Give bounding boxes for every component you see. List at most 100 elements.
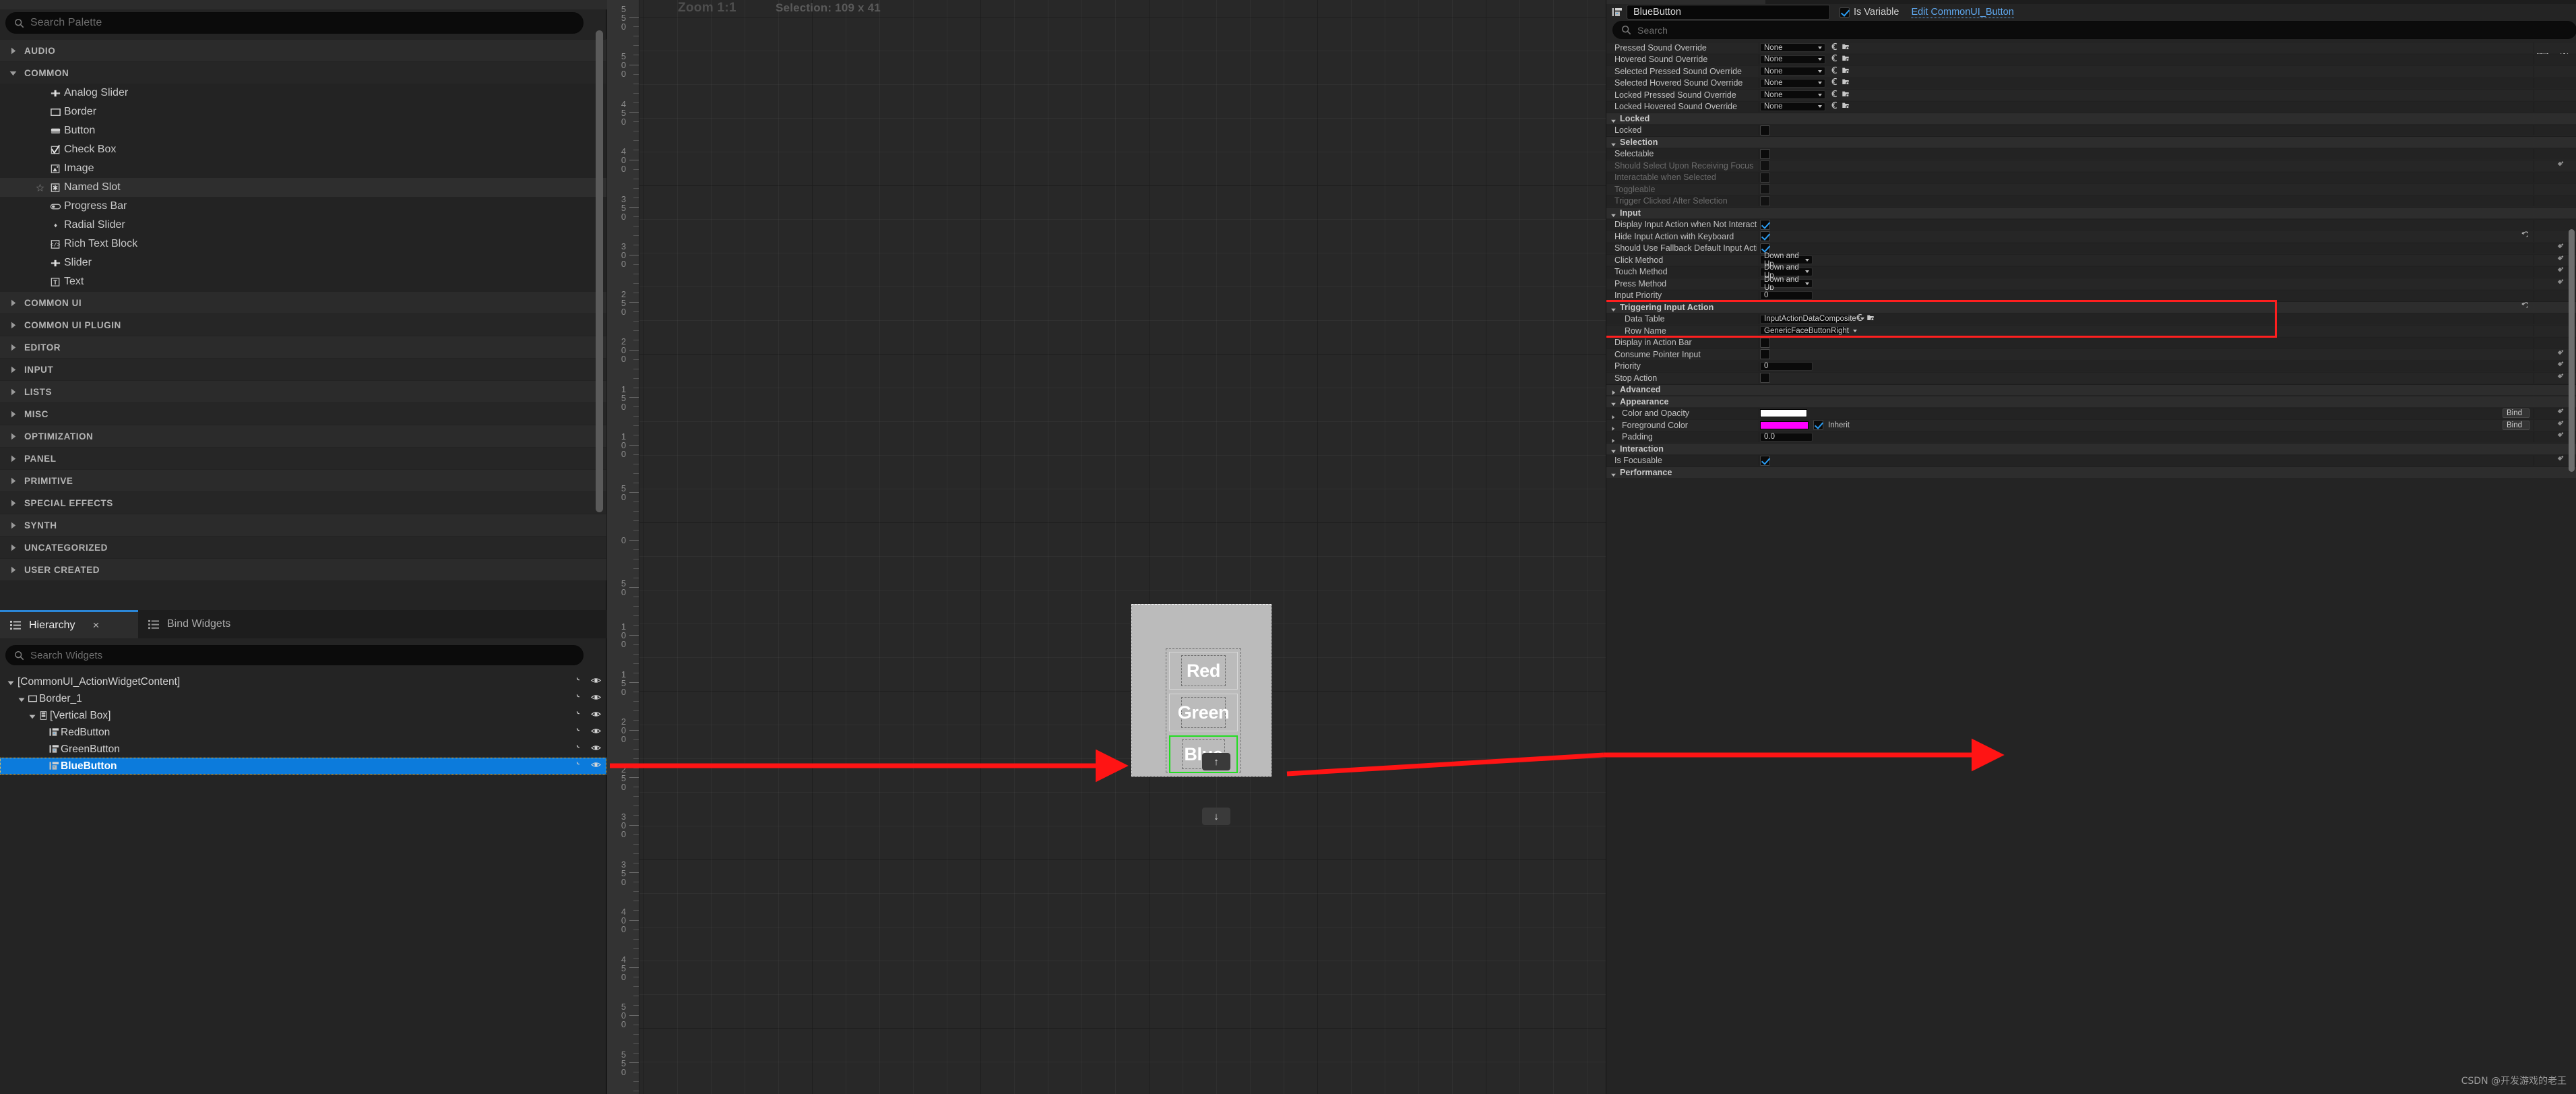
override-diamond-icon[interactable] bbox=[2556, 254, 2565, 266]
palette-category-uncategorized[interactable]: UNCATEGORIZED bbox=[0, 536, 606, 558]
value-dropdown[interactable]: GenericFaceButtonRight bbox=[1760, 326, 1857, 336]
details-section-triggering-input-action[interactable]: Triggering Input Action bbox=[1606, 301, 2576, 313]
property-checkbox[interactable] bbox=[1760, 349, 1770, 360]
details-row-trigger-clicked-after-selection[interactable]: Trigger Clicked After Selection bbox=[1606, 195, 2576, 206]
details-row-padding[interactable]: Padding 0.0 bbox=[1606, 431, 2576, 443]
details-section-advanced[interactable]: Advanced bbox=[1606, 384, 2576, 395]
widget-name-input[interactable]: BlueButton bbox=[1627, 5, 1830, 20]
palette-item-analog-slider[interactable]: Analog Slider bbox=[0, 84, 606, 102]
details-row-display-in-action-bar[interactable]: Display in Action Bar bbox=[1606, 336, 2576, 348]
property-checkbox[interactable] bbox=[1760, 172, 1770, 183]
details-row-locked-hovered-sound-override[interactable]: Locked Hovered Sound Override None bbox=[1606, 100, 2576, 113]
palette-tab[interactable] bbox=[0, 0, 701, 9]
details-row-consume-pointer-input[interactable]: Consume Pointer Input bbox=[1606, 348, 2576, 360]
preview-green-button[interactable]: Green bbox=[1169, 694, 1238, 731]
override-diamond-icon[interactable] bbox=[2556, 454, 2565, 466]
override-diamond-icon[interactable] bbox=[2556, 419, 2565, 431]
override-diamond-icon[interactable] bbox=[2556, 278, 2565, 290]
details-row-hide-input-action-with-keyboard[interactable]: Hide Input Action with Keyboard bbox=[1606, 231, 2576, 242]
details-row-locked[interactable]: Locked bbox=[1606, 124, 2576, 135]
palette-category-primitive[interactable]: PRIMITIVE bbox=[0, 469, 606, 491]
details-scrollbar-thumb[interactable] bbox=[2569, 229, 2575, 472]
browse-to-asset-icon[interactable] bbox=[1842, 42, 1850, 54]
palette-item-named-slot[interactable]: Named Slot bbox=[0, 178, 606, 197]
details-row-data-table[interactable]: Data Table InputActionDataComposite bbox=[1606, 313, 2576, 325]
palette-item-check-box[interactable]: Check Box bbox=[0, 140, 606, 159]
property-checkbox[interactable] bbox=[1760, 184, 1770, 195]
eye-icon[interactable] bbox=[590, 743, 602, 756]
property-checkbox[interactable] bbox=[1760, 148, 1770, 159]
details-row-foreground-color[interactable]: Foreground Color Inherit Bind bbox=[1606, 419, 2576, 431]
hierarchy-node-border_1[interactable]: Border_1 bbox=[0, 690, 606, 707]
chevron-right-icon[interactable] bbox=[1610, 435, 1616, 443]
property-checkbox[interactable] bbox=[1760, 337, 1770, 348]
chevron-down-icon[interactable] bbox=[28, 712, 36, 720]
details-row-locked-pressed-sound-override[interactable]: Locked Pressed Sound Override None bbox=[1606, 89, 2576, 100]
anchor-icon[interactable] bbox=[575, 727, 586, 739]
override-diamond-icon[interactable] bbox=[2556, 242, 2565, 254]
details-section-performance[interactable]: Performance bbox=[1606, 466, 2576, 478]
browse-to-asset-icon[interactable] bbox=[1842, 100, 1850, 113]
property-checkbox[interactable] bbox=[1760, 160, 1770, 171]
palette-category-optimization[interactable]: OPTIMIZATION bbox=[0, 425, 606, 447]
override-diamond-icon[interactable] bbox=[2556, 407, 2565, 419]
palette-category-common[interactable]: COMMON bbox=[0, 61, 606, 84]
property-checkbox[interactable] bbox=[1760, 373, 1770, 384]
details-row-input-priority[interactable]: Input Priority 0 bbox=[1606, 289, 2576, 301]
text-field[interactable]: 0 bbox=[1760, 361, 1813, 371]
palette-item-radial-slider[interactable]: Radial Slider bbox=[0, 216, 606, 235]
use-selected-asset-icon[interactable] bbox=[1830, 89, 1838, 101]
property-checkbox[interactable] bbox=[1760, 455, 1770, 466]
eye-icon[interactable] bbox=[590, 727, 602, 739]
is-variable-checkbox[interactable] bbox=[1840, 7, 1850, 18]
details-row-color-and-opacity[interactable]: Color and Opacity Bind bbox=[1606, 407, 2576, 419]
is-variable-group[interactable]: Is Variable bbox=[1840, 7, 1899, 18]
tab-hierarchy[interactable]: Hierarchy × bbox=[0, 610, 138, 638]
palette-item-progress-bar[interactable]: Progress Bar bbox=[0, 197, 606, 216]
override-diamond-icon[interactable] bbox=[2556, 431, 2565, 443]
preview-red-button[interactable]: Red bbox=[1169, 652, 1238, 690]
tab-bind-widgets[interactable]: Bind Widgets bbox=[138, 610, 259, 638]
palette-category-misc[interactable]: MISC bbox=[0, 402, 606, 425]
color-swatch[interactable] bbox=[1760, 409, 1807, 418]
details-section-interaction[interactable]: Interaction bbox=[1606, 443, 2576, 454]
use-selected-asset-icon[interactable] bbox=[1855, 313, 1863, 325]
palette-scrollbar-thumb[interactable] bbox=[596, 30, 603, 512]
palette-item-slider[interactable]: Slider bbox=[0, 253, 606, 272]
use-selected-asset-icon[interactable] bbox=[1830, 77, 1838, 89]
use-selected-asset-icon[interactable] bbox=[1830, 42, 1838, 54]
nudge-down-button[interactable]: ↓ bbox=[1202, 808, 1230, 825]
star-icon[interactable] bbox=[36, 183, 44, 192]
palette-category-special-effects[interactable]: SPECIAL EFFECTS bbox=[0, 491, 606, 514]
eye-icon[interactable] bbox=[590, 710, 602, 722]
palette-item-text[interactable]: T Text bbox=[0, 272, 606, 291]
anchor-icon[interactable] bbox=[575, 693, 586, 705]
palette-category-panel[interactable]: PANEL bbox=[0, 447, 606, 469]
hierarchy-node-commonui_actionwidgetcontent[interactable]: [CommonUI_ActionWidgetContent] bbox=[0, 673, 606, 690]
hierarchy-node-bluebutton[interactable]: BlueButton bbox=[0, 758, 606, 774]
eye-icon[interactable] bbox=[590, 676, 602, 688]
hierarchy-search-input[interactable]: Search Widgets bbox=[5, 645, 584, 665]
browse-to-asset-icon[interactable] bbox=[1842, 65, 1850, 78]
browse-to-asset-icon[interactable] bbox=[1842, 89, 1850, 101]
eye-icon[interactable] bbox=[590, 760, 602, 772]
details-row-display-input-action-when-not-interactable[interactable]: Display Input Action when Not Interactab… bbox=[1606, 218, 2576, 230]
use-selected-asset-icon[interactable] bbox=[1830, 100, 1838, 113]
chevron-right-icon[interactable] bbox=[1610, 411, 1616, 419]
override-diamond-icon[interactable] bbox=[2556, 160, 2565, 172]
asset-dropdown[interactable]: InputActionDataComposite bbox=[1760, 314, 1864, 324]
text-field[interactable]: 0.0 bbox=[1760, 432, 1813, 442]
property-checkbox[interactable] bbox=[1760, 231, 1770, 242]
asset-dropdown[interactable]: None bbox=[1760, 43, 1825, 53]
use-selected-asset-icon[interactable] bbox=[1830, 53, 1838, 65]
details-row-interactable-when-selected[interactable]: Interactable when Selected bbox=[1606, 171, 2576, 183]
palette-item-border[interactable]: Border bbox=[0, 102, 606, 121]
palette-item-rich-text-block[interactable]: </> Rich Text Block bbox=[0, 235, 606, 253]
details-row-should-select-upon-receiving-focus[interactable]: Should Select Upon Receiving Focus bbox=[1606, 160, 2576, 171]
palette-category-common-ui-plugin[interactable]: COMMON UI PLUGIN bbox=[0, 313, 606, 336]
details-row-click-method[interactable]: Click Method Down and Up bbox=[1606, 252, 2576, 268]
nudge-up-button[interactable]: ↑ bbox=[1202, 753, 1230, 770]
details-row-selected-pressed-sound-override[interactable]: Selected Pressed Sound Override None bbox=[1606, 65, 2576, 77]
text-field[interactable]: 0 bbox=[1760, 291, 1813, 300]
anchor-icon[interactable] bbox=[575, 760, 586, 772]
